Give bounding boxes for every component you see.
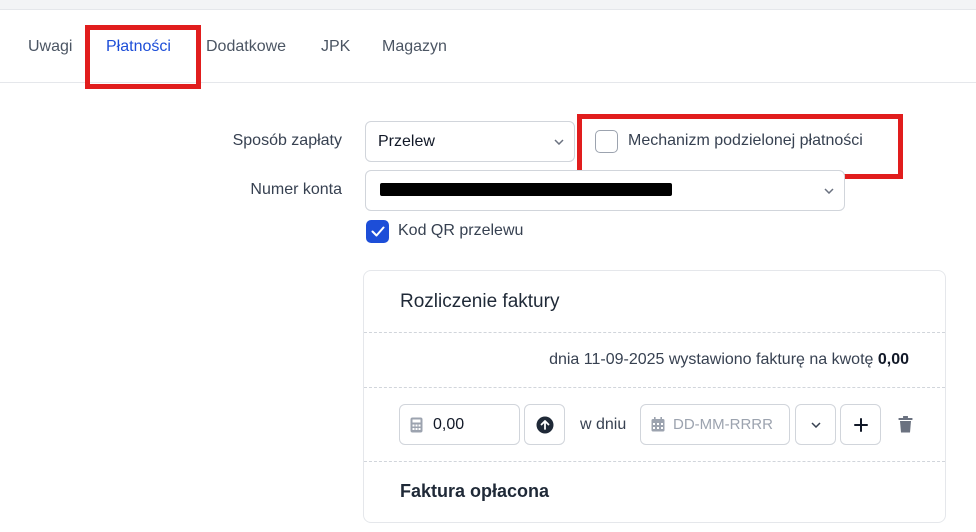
divider <box>364 461 945 462</box>
account-number-label: Numer konta <box>250 181 342 198</box>
calculator-icon <box>410 417 423 432</box>
tab-jpk[interactable]: JPK <box>321 38 350 56</box>
payment-date-input[interactable]: DD-MM-RRRR <box>640 404 790 445</box>
highlight-box-tab <box>85 25 201 89</box>
invoice-paid-title: Faktura opłacona <box>400 481 550 501</box>
settlement-title: Rozliczenie faktury <box>400 291 560 312</box>
tab-magazyn[interactable]: Magazyn <box>382 38 447 56</box>
tab-uwagi[interactable]: Uwagi <box>28 38 72 56</box>
divider <box>364 387 945 388</box>
arrow-up-circle-icon <box>536 416 553 433</box>
issued-text: dnia 11-09-2025 wystawiono fakturę na kw… <box>549 351 874 368</box>
date-dropdown-button[interactable] <box>795 404 836 445</box>
top-strip <box>0 0 976 10</box>
qr-code-label: Kod QR przelewu <box>398 222 524 239</box>
payment-amount-input[interactable]: 0,00 <box>399 404 520 445</box>
redacted-account-number <box>380 183 672 196</box>
on-day-label: w dniu <box>580 416 627 433</box>
calendar-icon <box>651 417 665 432</box>
date-placeholder: DD-MM-RRRR <box>673 416 773 433</box>
payment-method-select[interactable]: Przelew <box>365 121 575 162</box>
payment-method-label: Sposób zapłaty <box>232 132 342 149</box>
issued-amount: 0,00 <box>877 351 909 368</box>
qr-code-checkbox[interactable] <box>366 220 389 243</box>
payment-method-value: Przelew <box>378 132 435 150</box>
account-number-select[interactable] <box>365 170 845 211</box>
chevron-down-icon <box>824 185 834 197</box>
check-icon <box>371 226 384 237</box>
issued-info: dnia 11-09-2025 wystawiono fakturę na kw… <box>549 351 909 369</box>
tab-dodatkowe[interactable]: Dodatkowe <box>206 38 286 56</box>
trash-icon <box>898 416 913 433</box>
fill-amount-button[interactable] <box>524 404 565 445</box>
divider <box>364 332 945 333</box>
payment-amount-value: 0,00 <box>433 415 465 433</box>
settlement-card: Rozliczenie faktury dnia 11-09-2025 wyst… <box>363 270 946 523</box>
add-payment-button[interactable] <box>840 404 881 445</box>
chevron-down-icon <box>554 136 564 148</box>
delete-payment-button[interactable] <box>885 404 926 445</box>
plus-icon <box>853 417 868 432</box>
chevron-down-icon <box>810 421 821 428</box>
